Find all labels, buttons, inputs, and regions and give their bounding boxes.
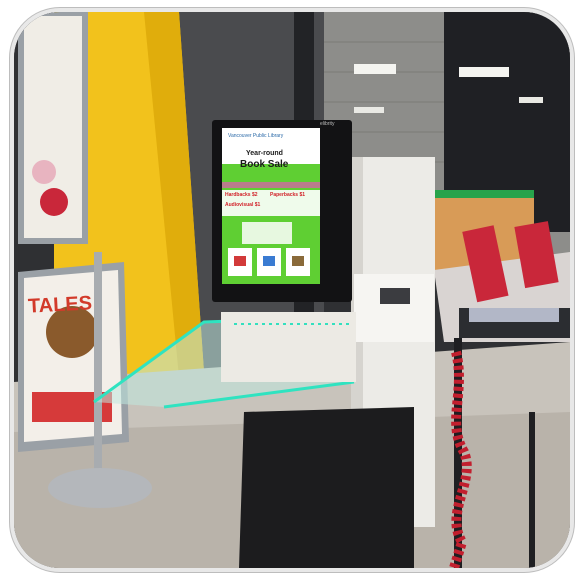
kiosk-base [239,407,414,568]
ceiling-light [354,64,396,74]
screen-heading-line2: Book Sale [240,159,289,170]
screen-price-hardcover: Hardbacks $2 [225,192,258,198]
ceiling-light [354,107,384,113]
stand-pole [94,252,102,482]
receipt-slot [380,288,410,304]
screen-library-name: Vancouver Public Library [228,133,284,139]
screen-price-paperback: Paperbacks $1 [270,192,306,198]
kiosk-photo: elibrity Vancouver Public Library Year-r… [14,12,570,568]
ceiling-light [519,97,543,103]
kiosk-brand-label: elibrity [320,121,335,127]
screen-heading-line1: Year-round [246,150,283,157]
magazines [469,308,559,322]
ceiling-light [459,67,509,77]
stand-base [48,468,152,508]
poster-title: TALES [27,292,93,318]
scene [14,12,570,568]
screen-price-audiovisual: Audiovisual $1 [225,202,261,208]
photo-frame: elibrity Vancouver Public Library Year-r… [0,0,579,577]
kiosk-tray [221,312,356,382]
